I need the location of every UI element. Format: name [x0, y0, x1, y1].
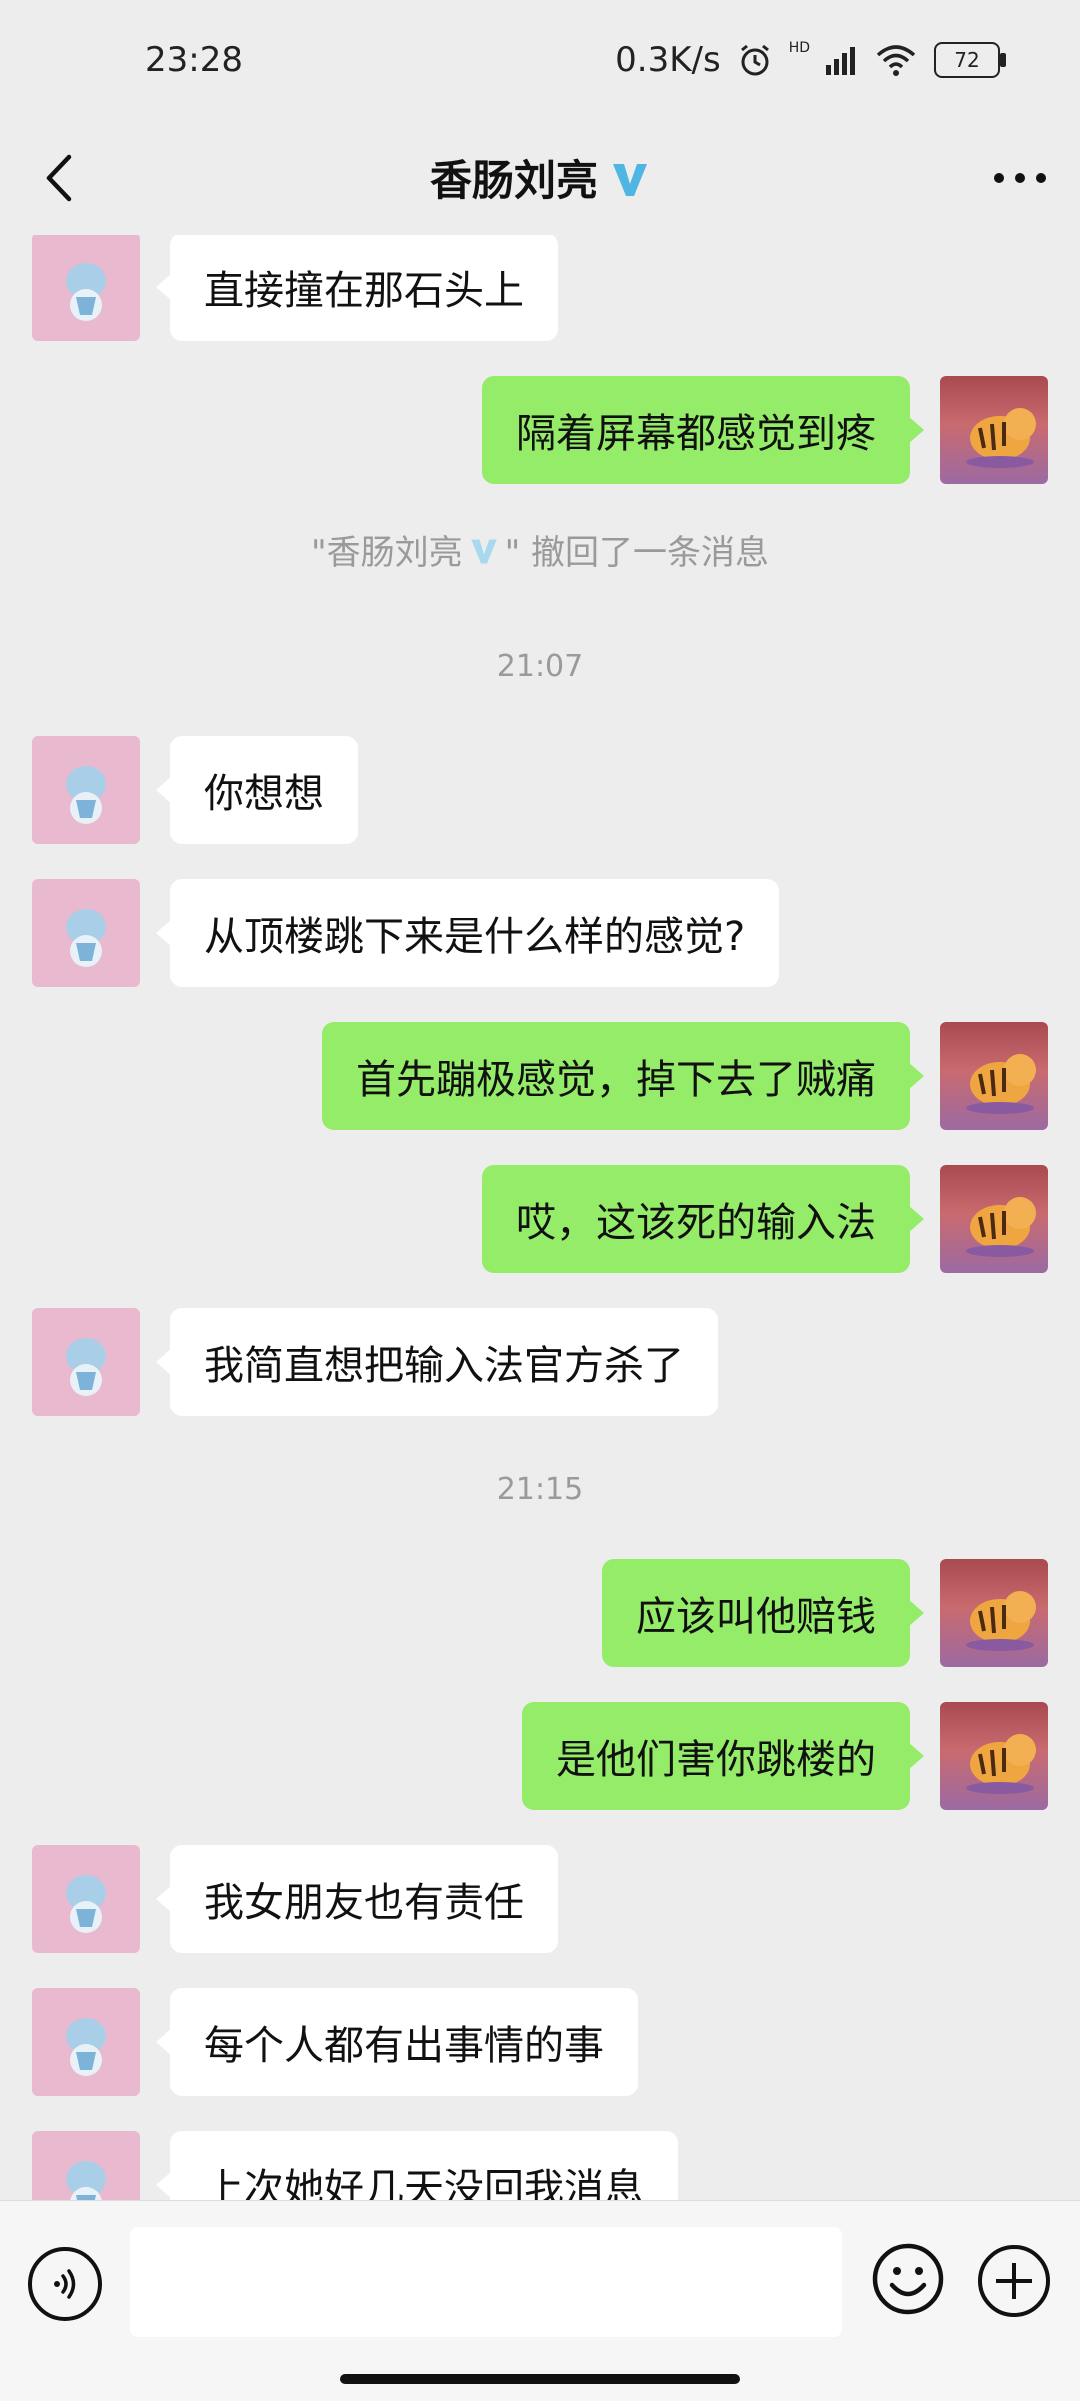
contact-avatar[interactable]	[32, 1988, 140, 2096]
message-row: 我女朋友也有责任	[0, 1845, 1080, 1953]
received-message-bubble[interactable]: 我女朋友也有责任	[156, 1845, 558, 1953]
my-avatar[interactable]	[940, 1702, 1048, 1810]
recall-notice-prefix: "香肠刘亮	[310, 533, 463, 573]
my-avatar[interactable]	[940, 1022, 1048, 1130]
message-input[interactable]	[130, 2227, 842, 2337]
input-bar	[0, 2200, 1080, 2401]
my-avatar[interactable]	[940, 1559, 1048, 1667]
battery-level: 72	[954, 48, 980, 72]
avatar-girl-icon	[66, 2161, 106, 2200]
message-row: 隔着屏幕都感觉到疼	[0, 376, 1080, 484]
recall-notice-suffix: " 撤回了一条消息	[504, 533, 770, 573]
sent-message-bubble[interactable]: 哎，这该死的输入法	[482, 1165, 924, 1273]
contact-avatar[interactable]	[32, 1308, 140, 1416]
chat-title: 香肠刘亮	[430, 147, 650, 208]
message-row: 每个人都有出事情的事	[0, 1988, 1080, 2096]
message-row: 你想想	[0, 736, 1080, 844]
more-icon	[994, 173, 1046, 183]
sent-message-bubble[interactable]: 隔着屏幕都感觉到疼	[482, 376, 924, 484]
sent-message-bubble[interactable]: 首先蹦极感觉，掉下去了贼痛	[322, 1022, 924, 1130]
received-message-bubble[interactable]: 上次她好几天没回我消息	[156, 2131, 678, 2200]
emoji-icon	[872, 2243, 944, 2315]
net-speed: 0.3K/s	[615, 40, 721, 80]
voice-button[interactable]	[28, 2247, 102, 2321]
contact-avatar[interactable]	[32, 1845, 140, 1953]
sent-message-bubble[interactable]: 是他们害你跳楼的	[522, 1702, 924, 1810]
message-row: 哎，这该死的输入法	[0, 1165, 1080, 1273]
contact-avatar[interactable]	[32, 235, 140, 341]
timestamp: 21:15	[496, 1472, 584, 1507]
more-options-button[interactable]	[990, 148, 1050, 208]
message-list[interactable]: 直接撞在那石头上 隔着屏幕都感觉到疼 "香肠刘亮 " 撤回了一条消息 21:07	[0, 235, 1080, 2200]
battery-indicator: 72	[934, 42, 1006, 78]
message-row: 上次她好几天没回我消息	[0, 2131, 1080, 2200]
timestamp: 21:07	[496, 649, 584, 684]
wifi-icon	[876, 45, 916, 76]
status-bar: 23:28 0.3K/s HD 72	[0, 0, 1080, 120]
verified-badge-icon	[470, 539, 497, 563]
avatar-tiger-icon	[966, 1734, 1036, 1794]
message-row: 应该叫他赔钱	[0, 1559, 1080, 1667]
alarm-icon	[740, 44, 769, 76]
received-message-bubble[interactable]: 每个人都有出事情的事	[156, 1988, 638, 2096]
cellular-signal-icon	[826, 47, 855, 75]
contact-avatar[interactable]	[32, 2131, 140, 2200]
my-avatar[interactable]	[940, 1165, 1048, 1273]
message-row: 直接撞在那石头上	[0, 235, 1080, 341]
plus-button[interactable]	[978, 2245, 1050, 2317]
voice-icon	[54, 2269, 76, 2299]
chevron-left-icon	[46, 154, 72, 202]
chat-header: 香肠刘亮	[0, 120, 1080, 235]
avatar-tiger-icon	[966, 1197, 1036, 1257]
back-button[interactable]	[36, 148, 80, 208]
received-message-bubble[interactable]: 从顶楼跳下来是什么样的感觉?	[155, 879, 780, 987]
recall-notice: "香肠刘亮 " 撤回了一条消息	[0, 525, 1080, 574]
contact-avatar[interactable]	[32, 879, 140, 987]
avatar-tiger-icon	[966, 408, 1036, 468]
message-row: 我简直想把输入法官方杀了	[0, 1308, 1080, 1416]
avatar-girl-icon	[66, 2018, 106, 2076]
avatar-tiger-icon	[966, 1054, 1036, 1114]
clock: 23:28	[145, 40, 243, 80]
message-row: 首先蹦极感觉，掉下去了贼痛	[0, 1022, 1080, 1130]
emoji-button[interactable]	[870, 2241, 946, 2317]
sent-message-bubble[interactable]: 应该叫他赔钱	[602, 1559, 924, 1667]
my-avatar[interactable]	[940, 376, 1048, 484]
contact-avatar[interactable]	[32, 736, 140, 844]
avatar-girl-icon	[66, 1338, 106, 1396]
message-row: 是他们害你跳楼的	[0, 1702, 1080, 1810]
avatar-girl-icon	[66, 263, 106, 321]
received-message-bubble[interactable]: 你想想	[156, 736, 358, 844]
status-icons: 0.3K/s HD 72	[615, 40, 1006, 80]
hd-label: HD	[788, 40, 810, 56]
message-row: 从顶楼跳下来是什么样的感觉?	[0, 879, 1080, 987]
home-indicator[interactable]	[340, 2374, 740, 2384]
contact-name: 香肠刘亮	[429, 156, 598, 205]
received-message-bubble[interactable]: 我简直想把输入法官方杀了	[156, 1308, 718, 1416]
avatar-girl-icon	[66, 766, 106, 824]
avatar-girl-icon	[66, 909, 106, 967]
verified-badge-icon	[613, 163, 647, 196]
received-message-bubble[interactable]: 直接撞在那石头上	[156, 235, 558, 341]
avatar-tiger-icon	[966, 1591, 1036, 1651]
avatar-girl-icon	[66, 1875, 106, 1933]
